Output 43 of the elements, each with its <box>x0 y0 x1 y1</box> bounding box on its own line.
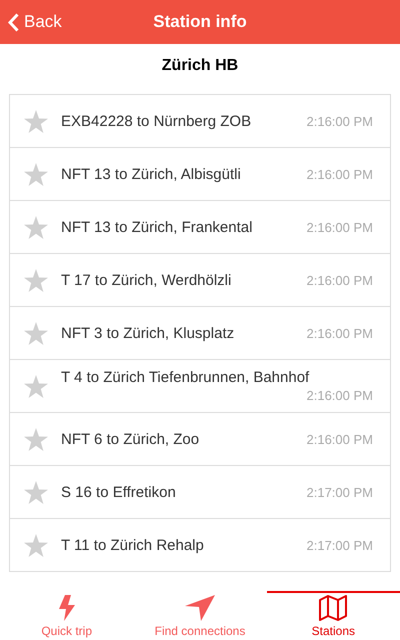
departure-row[interactable]: NFT 13 to Zürich, Frankental 2:16:00 PM <box>10 201 390 254</box>
back-button[interactable]: Back <box>0 12 62 32</box>
departure-line: NFT 13 to Zürich, Albisgütli <box>61 166 241 182</box>
star-icon[interactable] <box>24 480 48 504</box>
star-icon[interactable] <box>24 374 48 398</box>
departure-line: EXB42228 to Nürnberg ZOB <box>61 112 252 130</box>
departure-time: 2:16:00 PM <box>306 220 373 234</box>
map-icon <box>318 595 348 621</box>
departure-line: T 11 to Zürich Rehalp <box>61 536 204 554</box>
departure-time: 2:17:00 PM <box>306 538 373 552</box>
star-icon[interactable] <box>24 162 48 186</box>
station-name: Zürich HB <box>160 56 240 76</box>
star-icon[interactable] <box>24 216 48 238</box>
screen-title: Station info <box>153 12 247 32</box>
star-icon[interactable] <box>24 428 48 450</box>
star-icon[interactable] <box>24 322 48 344</box>
departure-row[interactable]: NFT 3 to Zürich, Klusplatz 2:16:00 PM <box>10 307 390 360</box>
departure-row[interactable]: NFT 6 to Zürich, Zoo 2:16:00 PM <box>10 413 390 466</box>
departure-line: NFT 6 to Zürich, Zoo <box>61 430 200 448</box>
chevron-left-icon <box>8 12 19 32</box>
departure-time: 2:16:00 PM <box>306 272 373 288</box>
departure-line: T 4 to Zürich Tiefenbrunnen, Bahnhof <box>61 369 310 386</box>
departure-row[interactable]: T 11 to Zürich Rehalp 2:17:00 PM <box>10 519 390 572</box>
departure-line: NFT 3 to Zürich, Klusplatz <box>61 324 234 342</box>
departure-line: S 16 to Effretikon <box>61 484 176 500</box>
departure-line: NFT 13 to Zürich, Frankental <box>61 218 252 236</box>
departure-row[interactable]: S 16 to Effretikon 2:17:00 PM <box>10 466 390 519</box>
departure-time: 2:16:00 PM <box>306 114 373 128</box>
departure-time: 2:17:00 PM <box>306 484 373 500</box>
lightning-icon <box>56 595 77 621</box>
star-icon[interactable] <box>24 534 48 556</box>
departure-line: T 17 to Zürich, Werdhölzli <box>61 272 232 288</box>
departure-time: 2:16:00 PM <box>306 326 373 340</box>
departure-row[interactable]: T 17 to Zürich, Werdhölzli 2:16:00 PM <box>10 254 390 307</box>
navigation-arrow-icon <box>184 595 215 621</box>
departure-row[interactable]: T 4 to Zürich Tiefenbrunnen, Bahnhof 2:16:00 PM <box>10 360 390 413</box>
departure-time: 2:16:00 PM <box>306 166 373 182</box>
star-icon[interactable] <box>24 110 48 132</box>
departure-row[interactable]: EXB42228 to Nürnberg ZOB 2:16:00 PM <box>10 95 390 148</box>
departure-row[interactable]: NFT 13 to Zürich, Albisgütli 2:16:00 PM <box>10 148 390 201</box>
departure-time: 2:16:00 PM <box>306 432 373 446</box>
star-icon[interactable] <box>24 268 48 292</box>
departure-time: 2:16:00 PM <box>306 388 373 403</box>
